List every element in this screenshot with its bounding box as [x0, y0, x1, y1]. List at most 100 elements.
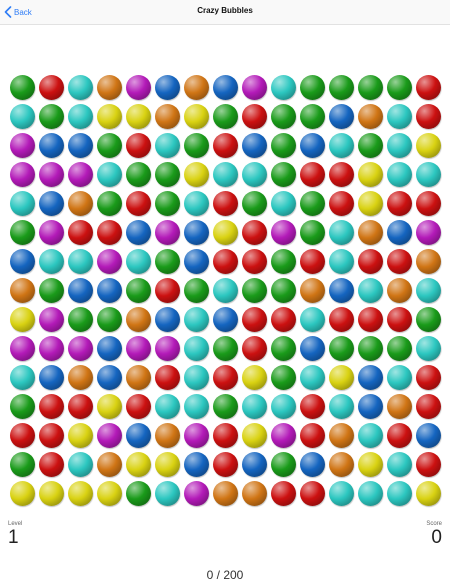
bubble[interactable] [39, 133, 64, 158]
bubble[interactable] [126, 423, 151, 448]
bubble[interactable] [213, 75, 238, 100]
bubble[interactable] [155, 75, 180, 100]
bubble[interactable] [416, 104, 441, 129]
bubble[interactable] [39, 365, 64, 390]
bubble[interactable] [68, 394, 93, 419]
bubble[interactable] [329, 452, 354, 477]
bubble[interactable] [242, 336, 267, 361]
bubble[interactable] [300, 365, 325, 390]
bubble[interactable] [387, 336, 412, 361]
bubble[interactable] [242, 481, 267, 506]
bubble[interactable] [126, 220, 151, 245]
bubble[interactable] [97, 191, 122, 216]
bubble[interactable] [242, 220, 267, 245]
bubble[interactable] [155, 452, 180, 477]
bubble[interactable] [358, 75, 383, 100]
bubble[interactable] [184, 452, 209, 477]
bubble[interactable] [184, 365, 209, 390]
bubble[interactable] [300, 220, 325, 245]
bubble[interactable] [242, 162, 267, 187]
bubble[interactable] [387, 481, 412, 506]
bubble[interactable] [155, 481, 180, 506]
bubble[interactable] [39, 336, 64, 361]
bubble[interactable] [155, 249, 180, 274]
bubble[interactable] [329, 191, 354, 216]
bubble[interactable] [184, 162, 209, 187]
bubble[interactable] [358, 104, 383, 129]
bubble[interactable] [387, 452, 412, 477]
bubble[interactable] [387, 162, 412, 187]
bubble[interactable] [126, 278, 151, 303]
bubble[interactable] [184, 249, 209, 274]
bubble[interactable] [300, 104, 325, 129]
bubble[interactable] [155, 394, 180, 419]
bubble[interactable] [271, 75, 296, 100]
bubble[interactable] [10, 394, 35, 419]
bubble[interactable] [329, 133, 354, 158]
bubble[interactable] [10, 220, 35, 245]
bubble[interactable] [358, 133, 383, 158]
bubble[interactable] [358, 394, 383, 419]
bubble[interactable] [10, 75, 35, 100]
bubble[interactable] [68, 278, 93, 303]
bubble[interactable] [68, 220, 93, 245]
bubble[interactable] [10, 191, 35, 216]
bubble[interactable] [10, 452, 35, 477]
bubble[interactable] [97, 220, 122, 245]
bubble[interactable] [213, 104, 238, 129]
bubble[interactable] [184, 75, 209, 100]
bubble[interactable] [387, 133, 412, 158]
bubble[interactable] [416, 423, 441, 448]
bubble[interactable] [358, 307, 383, 332]
bubble[interactable] [329, 75, 354, 100]
bubble[interactable] [213, 365, 238, 390]
bubble[interactable] [184, 191, 209, 216]
bubble[interactable] [416, 191, 441, 216]
bubble[interactable] [271, 336, 296, 361]
bubble[interactable] [68, 365, 93, 390]
bubble[interactable] [97, 162, 122, 187]
bubble[interactable] [155, 336, 180, 361]
bubble[interactable] [68, 481, 93, 506]
bubble[interactable] [358, 249, 383, 274]
bubble[interactable] [213, 394, 238, 419]
bubble[interactable] [213, 307, 238, 332]
bubble[interactable] [213, 423, 238, 448]
bubble[interactable] [300, 133, 325, 158]
bubble[interactable] [39, 220, 64, 245]
bubble[interactable] [97, 307, 122, 332]
bubble[interactable] [126, 452, 151, 477]
bubble[interactable] [416, 365, 441, 390]
bubble[interactable] [300, 162, 325, 187]
bubble[interactable] [213, 452, 238, 477]
bubble[interactable] [213, 220, 238, 245]
bubble[interactable] [329, 423, 354, 448]
bubble[interactable] [155, 220, 180, 245]
bubble[interactable] [387, 75, 412, 100]
bubble[interactable] [300, 423, 325, 448]
bubble[interactable] [184, 336, 209, 361]
bubble[interactable] [271, 365, 296, 390]
bubble[interactable] [271, 249, 296, 274]
bubble[interactable] [242, 133, 267, 158]
bubble[interactable] [271, 133, 296, 158]
bubble[interactable] [416, 249, 441, 274]
bubble[interactable] [97, 133, 122, 158]
bubble[interactable] [387, 423, 412, 448]
bubble[interactable] [184, 307, 209, 332]
bubble[interactable] [213, 481, 238, 506]
bubble[interactable] [271, 162, 296, 187]
bubble[interactable] [10, 481, 35, 506]
bubble[interactable] [271, 104, 296, 129]
bubble[interactable] [416, 220, 441, 245]
bubble[interactable] [155, 162, 180, 187]
bubble[interactable] [242, 75, 267, 100]
bubble[interactable] [10, 307, 35, 332]
bubble[interactable] [213, 336, 238, 361]
bubble[interactable] [416, 133, 441, 158]
bubble[interactable] [39, 481, 64, 506]
bubble[interactable] [358, 278, 383, 303]
bubble[interactable] [155, 423, 180, 448]
bubble[interactable] [242, 278, 267, 303]
bubble[interactable] [10, 423, 35, 448]
